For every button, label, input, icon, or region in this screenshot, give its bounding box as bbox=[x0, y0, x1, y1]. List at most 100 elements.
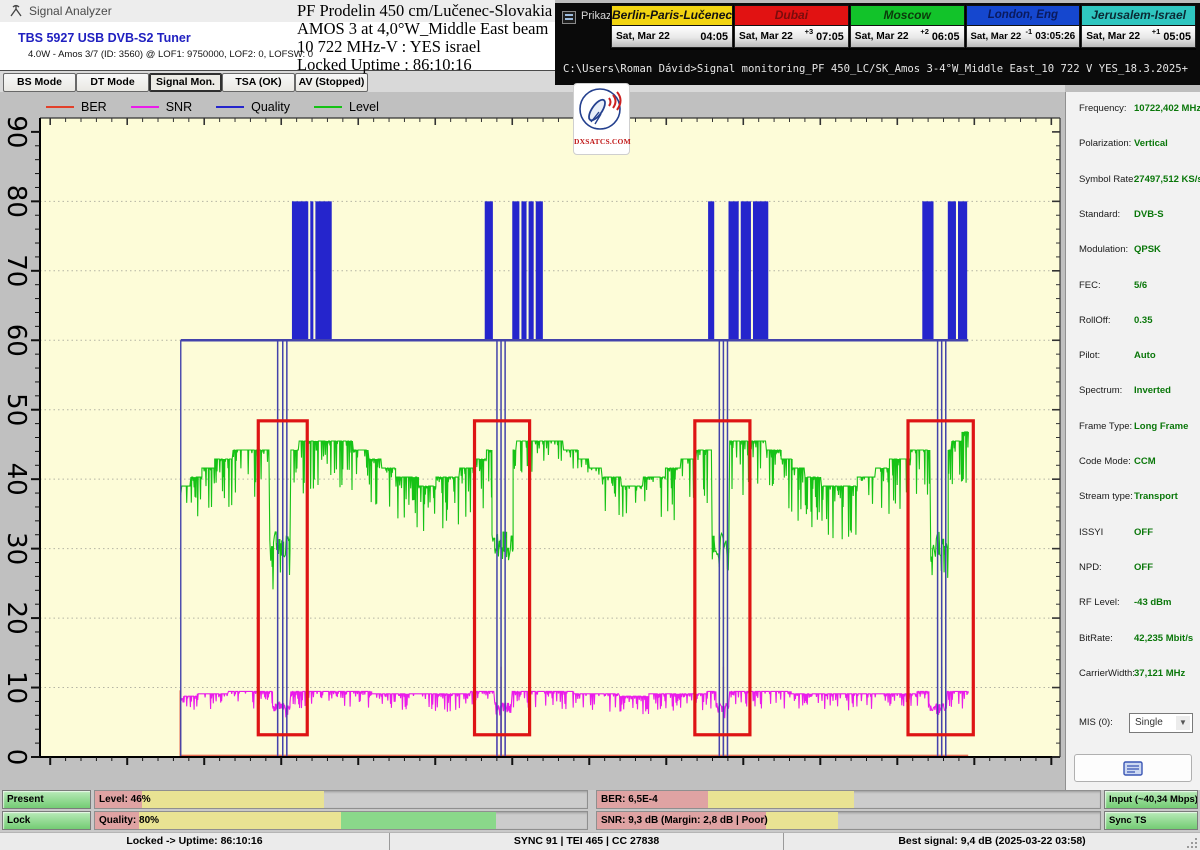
sidebar-row-pilot: Pilot:Auto bbox=[1066, 350, 1200, 364]
command-prompt-icon bbox=[562, 11, 576, 24]
legend-item-ber: BER bbox=[46, 100, 107, 114]
sidebar-row-frequency: Frequency:10722,402 MHz bbox=[1066, 103, 1200, 117]
clock-city-label: Dubai bbox=[734, 5, 849, 26]
signal-meter-bars: PresentLevel: 46%BER: 6,5E-4Input (~40,3… bbox=[0, 790, 1200, 832]
meter-label: BER: 6,5E-4 bbox=[601, 791, 658, 808]
parameter-label: Spectrum: bbox=[1079, 385, 1122, 396]
quality-burst bbox=[485, 201, 493, 340]
quality-burst bbox=[310, 201, 313, 340]
clock-city-label: Moscow bbox=[850, 5, 965, 26]
parameter-value: 27497,512 KS/s bbox=[1134, 174, 1200, 185]
parameter-label: Stream type: bbox=[1079, 491, 1133, 502]
clock-utc-offset: +1 bbox=[1152, 27, 1161, 36]
mis-dropdown[interactable]: Single ▼ bbox=[1129, 713, 1193, 733]
parameter-value: DVB-S bbox=[1134, 209, 1164, 220]
app-antenna-icon bbox=[9, 4, 23, 18]
meter-bar: SNR: 9,3 dB (Margin: 2,8 dB | Poor) bbox=[596, 811, 1101, 830]
legend-line-sample bbox=[314, 106, 342, 108]
parameter-value: 42,235 Mbit/s bbox=[1134, 633, 1193, 644]
clock-time: 05:05 bbox=[1163, 31, 1191, 43]
parameter-value: CCM bbox=[1134, 456, 1156, 467]
quality-burst bbox=[292, 201, 308, 340]
parameter-value: Long Frame bbox=[1134, 421, 1188, 432]
mis-row: MIS (0): Single ▼ bbox=[1066, 713, 1200, 735]
sidebar-row-rolloff: RollOff:0.35 bbox=[1066, 315, 1200, 329]
legend-label: Level bbox=[349, 100, 379, 114]
annotation-text-block: PF Prodelin 450 cm/Lučenec-Slovakia AMOS… bbox=[297, 2, 557, 74]
annotation-line: PF Prodelin 450 cm/Lučenec-Slovakia bbox=[297, 2, 557, 20]
legend-item-snr: SNR bbox=[131, 100, 192, 114]
quality-burst bbox=[958, 201, 967, 340]
clock-date-row: Sat, Mar 22+206:05 bbox=[850, 26, 965, 48]
quality-burst bbox=[521, 201, 526, 340]
status-bar: Locked -> Uptime: 86:10:16 SYNC 91 | TEI… bbox=[0, 832, 1200, 850]
clock-city-label: Berlin-Paris-Lučenec bbox=[611, 5, 733, 26]
sidebar-row-rflevel: RF Level:-43 dBm bbox=[1066, 597, 1200, 611]
tab-dt-mode[interactable]: DT Mode bbox=[76, 73, 149, 92]
tab-signal-mon-[interactable]: Signal Mon. bbox=[149, 73, 222, 92]
clock-date-text: Sat, Mar 22 bbox=[616, 31, 670, 42]
status-chip-present: Present bbox=[2, 790, 91, 809]
monitor-icon bbox=[1123, 761, 1143, 776]
command-prompt-text: C:\Users\Roman Dávid>Signal monitoring_P… bbox=[563, 63, 1197, 75]
resize-grip[interactable] bbox=[1186, 837, 1199, 850]
quality-burst bbox=[512, 201, 519, 340]
parameter-label: Polarization: bbox=[1079, 138, 1131, 149]
satellite-dish-icon bbox=[575, 84, 628, 134]
parameter-value: QPSK bbox=[1134, 244, 1161, 255]
signal-history-chart: 0102030405060708090 bbox=[0, 92, 1065, 790]
y-axis-label: 30 bbox=[1, 532, 31, 565]
parameter-value: OFF bbox=[1134, 527, 1153, 538]
parameter-label: ISSYI bbox=[1079, 527, 1103, 538]
parameter-value: Transport bbox=[1134, 491, 1178, 502]
legend-item-level: Level bbox=[314, 100, 379, 114]
meter-label: Quality: 80% bbox=[99, 812, 159, 829]
quality-burst bbox=[948, 201, 956, 340]
parameter-value: Inverted bbox=[1134, 385, 1171, 396]
parameter-label: Frame Type: bbox=[1079, 421, 1132, 432]
sidebar-save-button[interactable] bbox=[1074, 754, 1192, 782]
tab-tsa-ok-[interactable]: TSA (OK) bbox=[222, 73, 295, 92]
sidebar-row-modulation: Modulation:QPSK bbox=[1066, 244, 1200, 258]
clock-utc-offset: +3 bbox=[805, 27, 814, 36]
parameter-label: Pilot: bbox=[1079, 350, 1100, 361]
dxsatcs-logo-text: DXSATCS.COM bbox=[574, 137, 629, 146]
mis-label: MIS (0): bbox=[1079, 717, 1113, 728]
chart-legend: BERSNRQualityLevel bbox=[46, 98, 403, 116]
meter-segment-yellow bbox=[766, 812, 839, 829]
parameter-label: CarrierWidth: bbox=[1079, 668, 1135, 679]
parameter-value: 37,121 MHz bbox=[1134, 668, 1185, 679]
sidebar-row-streamtype: Stream type:Transport bbox=[1066, 491, 1200, 505]
parameter-label: Code Mode: bbox=[1079, 456, 1131, 467]
tab-bs-mode[interactable]: BS Mode bbox=[3, 73, 76, 92]
sidebar-row-spectrum: Spectrum: Inverted bbox=[1066, 385, 1200, 399]
quality-burst bbox=[529, 201, 534, 340]
clock-time: 03:05:26 bbox=[1035, 31, 1075, 42]
clock-city-label: Jerusalem-Israel bbox=[1081, 5, 1196, 26]
sidebar-row-polarization: Polarization:Vertical bbox=[1066, 138, 1200, 152]
signal-chart-panel: BERSNRQualityLevel 0102030405060708090 bbox=[0, 92, 1065, 790]
clock-date-text: Sat, Mar 22 bbox=[1086, 31, 1140, 42]
meter-label: Level: 46% bbox=[99, 791, 151, 808]
legend-line-sample bbox=[131, 106, 159, 108]
quality-burst bbox=[708, 201, 714, 340]
y-axis-label: 0 bbox=[1, 749, 31, 766]
parameter-value: 5/6 bbox=[1134, 280, 1147, 291]
annotation-line: AMOS 3 at 4,0°W_Middle East beam bbox=[297, 20, 557, 38]
sidebar-row-frametype: Frame Type:Long Frame bbox=[1066, 421, 1200, 435]
legend-line-sample bbox=[216, 106, 244, 108]
parameter-value: OFF bbox=[1134, 562, 1153, 573]
y-axis-label: 10 bbox=[1, 671, 31, 704]
clock-utc-offset: -1 bbox=[1026, 27, 1033, 36]
clock-date-row: Sat, Mar 22+307:05 bbox=[734, 26, 849, 48]
clock-time: 06:05 bbox=[932, 31, 960, 43]
quality-burst bbox=[536, 201, 543, 340]
annotation-line: 10 722 MHz-V : YES israel bbox=[297, 38, 557, 56]
y-axis-label: 90 bbox=[1, 115, 31, 148]
meter-row: LockQuality: 80%SNR: 9,3 dB (Margin: 2,8… bbox=[0, 811, 1200, 830]
clock-date-text: Sat, Mar 22 bbox=[855, 31, 909, 42]
parameter-value: Vertical bbox=[1134, 138, 1168, 149]
sidebar-row-fec: FEC:5/6 bbox=[1066, 280, 1200, 294]
parameter-value: 10722,402 MHz bbox=[1134, 103, 1200, 114]
tab-av-stopped-[interactable]: AV (Stopped) bbox=[295, 73, 368, 92]
